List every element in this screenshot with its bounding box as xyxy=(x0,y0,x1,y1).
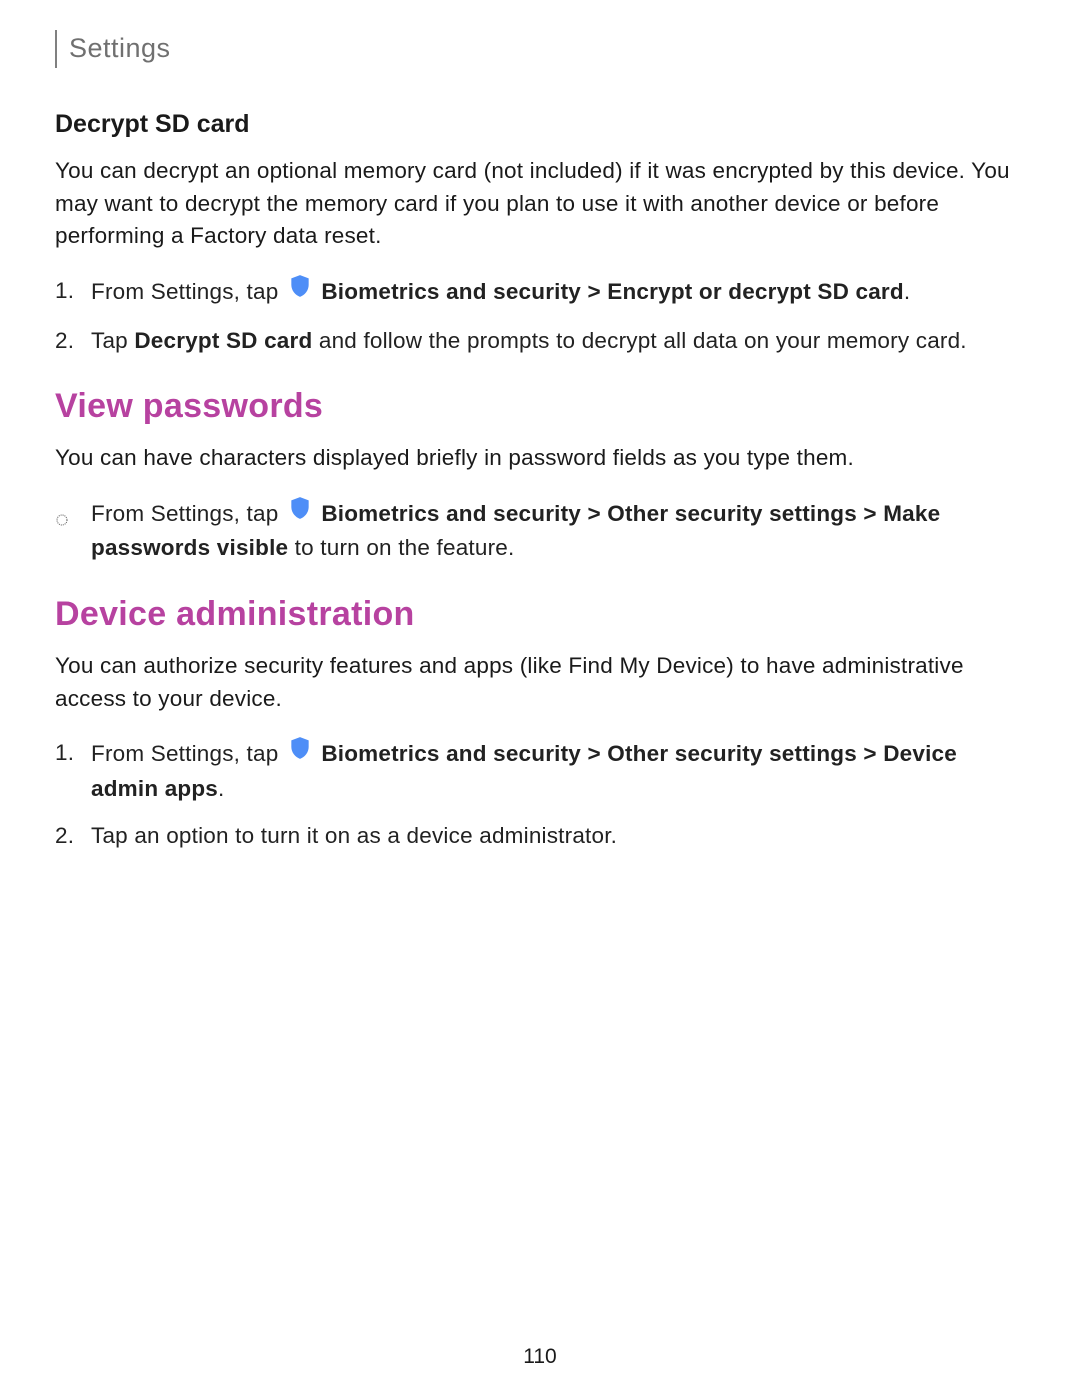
viewpw-bullets: From Settings, tap Biometrics and securi… xyxy=(91,497,1025,565)
page-number: 110 xyxy=(0,1345,1080,1369)
viewpw-body: You can have characters displayed briefl… xyxy=(55,442,1025,475)
nav-path-bold: Other security settings xyxy=(607,501,857,526)
nav-path-bold: Encrypt or decrypt SD card xyxy=(607,279,904,304)
nav-separator: > xyxy=(857,501,883,526)
shield-icon xyxy=(287,273,313,309)
page-header: Settings xyxy=(55,30,1025,68)
section-heading-view-passwords: View passwords xyxy=(55,387,1025,426)
devadmin-steps: From Settings, tap Biometrics and securi… xyxy=(91,737,1025,852)
section-heading-device-admin: Device administration xyxy=(55,595,1025,634)
nav-path-bold: Biometrics and security xyxy=(321,501,581,526)
nav-path-bold: Biometrics and security xyxy=(321,279,581,304)
step-text: From Settings, tap xyxy=(91,501,285,526)
step-text: From Settings, tap xyxy=(91,741,285,766)
shield-icon xyxy=(287,735,313,771)
header-divider xyxy=(55,30,57,68)
shield-icon xyxy=(287,495,313,531)
nav-path-bold: Other security settings xyxy=(607,741,857,766)
nav-separator: > xyxy=(581,279,607,304)
decrypt-body: You can decrypt an optional memory card … xyxy=(55,155,1025,253)
decrypt-step-2: Tap Decrypt SD card and follow the promp… xyxy=(91,325,1025,358)
step-text: Tap xyxy=(91,328,134,353)
nav-separator: > xyxy=(857,741,883,766)
step-text: and follow the prompts to decrypt all da… xyxy=(312,328,966,353)
step-text-bold: Decrypt SD card xyxy=(134,328,312,353)
step-text: Tap an option to turn it on as a device … xyxy=(91,823,617,848)
viewpw-bullet-1: From Settings, tap Biometrics and securi… xyxy=(91,497,1025,565)
devadmin-step-2: Tap an option to turn it on as a device … xyxy=(91,820,1025,853)
decrypt-steps: From Settings, tap Biometrics and securi… xyxy=(91,275,1025,357)
section-heading-decrypt: Decrypt SD card xyxy=(55,110,1025,139)
header-title: Settings xyxy=(69,30,171,68)
circle-bullet-icon xyxy=(55,504,69,537)
step-text: . xyxy=(904,279,910,304)
nav-separator: > xyxy=(581,741,607,766)
step-text: . xyxy=(218,776,224,801)
devadmin-step-1: From Settings, tap Biometrics and securi… xyxy=(91,737,1025,805)
decrypt-step-1: From Settings, tap Biometrics and securi… xyxy=(91,275,1025,311)
step-text: to turn on the feature. xyxy=(288,535,514,560)
nav-path-bold: Biometrics and security xyxy=(321,741,581,766)
nav-separator: > xyxy=(581,501,607,526)
devadmin-body: You can authorize security features and … xyxy=(55,650,1025,715)
step-text: From Settings, tap xyxy=(91,279,285,304)
